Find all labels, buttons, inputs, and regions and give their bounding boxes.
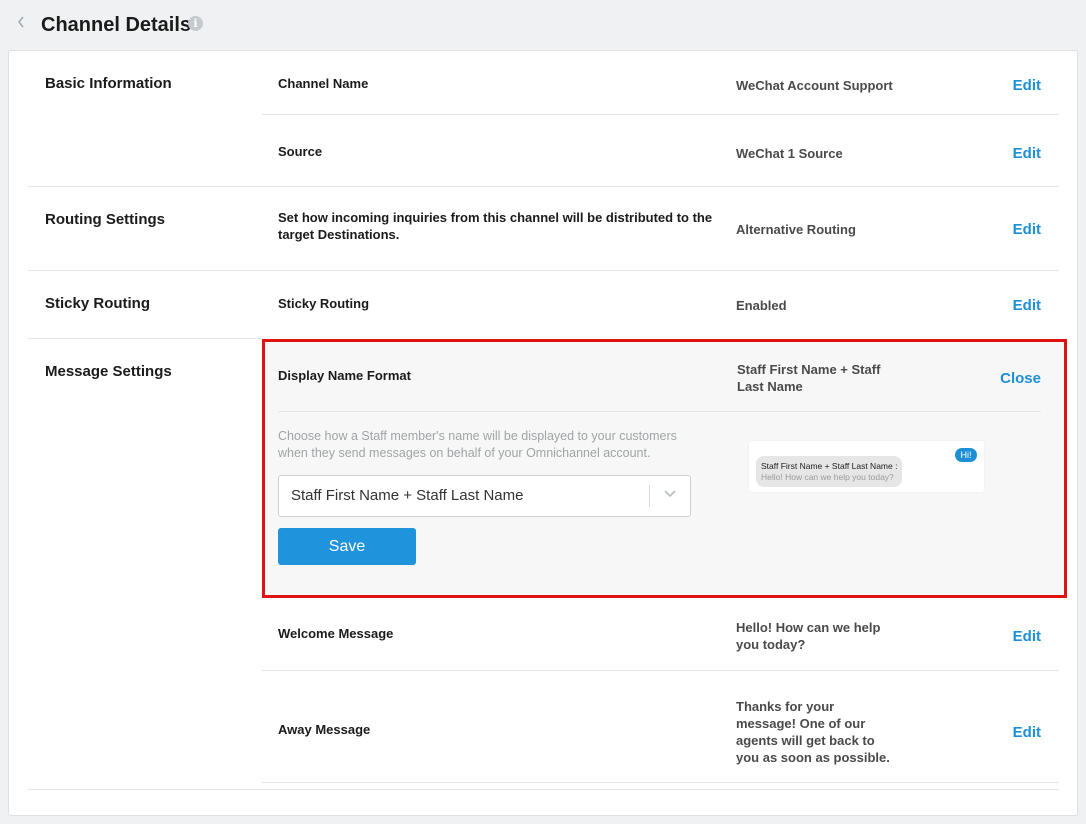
- display-name-format-label: Display Name Format: [278, 368, 411, 383]
- display-name-format-panel: Display Name Format Staff First Name + S…: [262, 339, 1067, 598]
- away-message-label: Away Message: [278, 722, 371, 737]
- edit-sticky-routing-link[interactable]: Edit: [1013, 297, 1041, 314]
- section-title-sticky-routing: Sticky Routing: [45, 295, 151, 312]
- select-value: Staff First Name + Staff Last Name: [291, 487, 524, 504]
- row-divider: [262, 670, 1059, 671]
- edit-routing-link[interactable]: Edit: [1013, 221, 1041, 238]
- display-name-format-select[interactable]: Staff First Name + Staff Last Name: [278, 475, 691, 517]
- source-label: Source: [278, 144, 323, 159]
- row-divider: [262, 782, 1059, 783]
- sticky-routing-label: Sticky Routing: [278, 296, 370, 311]
- chevron-down-icon[interactable]: [663, 486, 677, 500]
- section-title-message-settings: Message Settings: [45, 363, 172, 380]
- row-divider: [262, 114, 1059, 115]
- close-display-name-format-link[interactable]: Close: [1000, 370, 1041, 387]
- page-title: Channel Details: [41, 14, 192, 36]
- edit-channel-name-link[interactable]: Edit: [1013, 77, 1041, 94]
- panel-divider: [278, 411, 1041, 412]
- staff-message-bubble: Staff First Name + Staff Last Name : Hel…: [756, 456, 902, 487]
- info-icon[interactable]: i: [188, 16, 203, 31]
- section-divider: [28, 186, 1059, 187]
- edit-away-message-link[interactable]: Edit: [1013, 724, 1041, 741]
- channel-details-card: Basic Information Channel Name WeChat Ac…: [8, 50, 1078, 816]
- away-message-value: Thanks for your message! One of our agen…: [736, 699, 890, 765]
- section-title-routing-settings: Routing Settings: [45, 211, 165, 228]
- display-name-preview: Hi! Staff First Name + Staff Last Name :…: [749, 441, 984, 492]
- page-header: Channel Details i: [0, 0, 1086, 50]
- routing-value: Alternative Routing: [736, 222, 856, 237]
- routing-description: Set how incoming inquiries from this cha…: [278, 210, 713, 242]
- channel-name-value: WeChat Account Support: [736, 78, 893, 93]
- select-separator: [649, 485, 650, 507]
- section-divider: [28, 789, 1059, 790]
- source-value: WeChat 1 Source: [736, 146, 843, 161]
- save-button[interactable]: Save: [278, 528, 416, 565]
- display-name-help-text: Choose how a Staff member's name will be…: [278, 429, 677, 460]
- sticky-routing-value: Enabled: [736, 298, 787, 313]
- section-divider: [28, 270, 1059, 271]
- welcome-message-value: Hello! How can we help you today?: [736, 620, 881, 652]
- bubble-message-text: Hello! How can we help you today?: [761, 472, 894, 482]
- display-name-format-value: Staff First Name + Staff Last Name: [737, 362, 881, 394]
- edit-source-link[interactable]: Edit: [1013, 145, 1041, 162]
- section-title-basic-information: Basic Information: [45, 75, 172, 92]
- bubble-staff-name: Staff First Name + Staff Last Name :: [761, 461, 898, 471]
- section-divider: [28, 338, 262, 339]
- welcome-message-label: Welcome Message: [278, 626, 394, 641]
- customer-message-badge: Hi!: [955, 448, 977, 462]
- chevron-left-icon[interactable]: [16, 14, 30, 34]
- channel-name-label: Channel Name: [278, 76, 369, 91]
- edit-welcome-message-link[interactable]: Edit: [1013, 628, 1041, 645]
